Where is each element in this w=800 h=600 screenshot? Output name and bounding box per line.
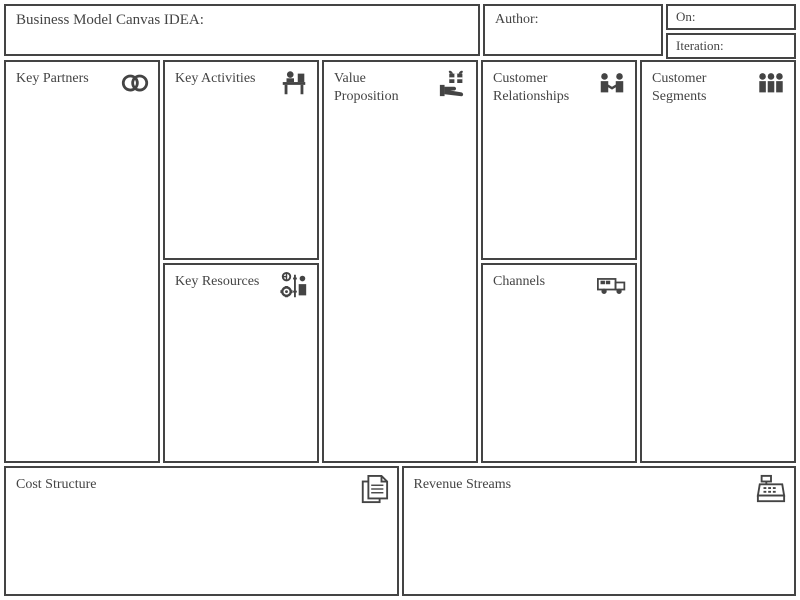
cell-customer-relationships: Customer Relationships	[481, 60, 637, 260]
cell-revenue-streams: Revenue Streams	[402, 466, 797, 596]
canvas-title-label: Business Model Canvas IDEA:	[16, 12, 204, 28]
resources-icon	[279, 271, 309, 301]
author-label: Author:	[495, 12, 539, 27]
label-cost-structure: Cost Structure	[16, 476, 294, 494]
main-grid: Key Partners Key Activities	[4, 60, 796, 463]
label-key-activities: Key Activities	[175, 70, 274, 88]
meta-column: On: Iteration:	[666, 4, 796, 56]
author-box: Author:	[483, 4, 663, 56]
cell-key-partners: Key Partners	[4, 60, 160, 463]
canvas-title-box: Business Model Canvas IDEA:	[4, 4, 480, 56]
cell-key-activities: Key Activities	[163, 60, 319, 260]
cell-key-resources: Key Resources	[163, 263, 319, 463]
documents-icon	[359, 474, 389, 504]
cell-customer-segments: Customer Segments	[640, 60, 796, 463]
handshake-icon	[597, 68, 627, 98]
col-activities-resources: Key Activities Key Resources	[163, 60, 319, 463]
label-value-proposition: Value Proposition	[334, 70, 433, 105]
label-channels: Channels	[493, 273, 592, 291]
business-model-canvas: Business Model Canvas IDEA: Author: On: …	[0, 0, 800, 600]
label-customer-relationships: Customer Relationships	[493, 70, 592, 105]
cash-register-icon	[756, 474, 786, 504]
desk-person-icon	[279, 68, 309, 98]
label-customer-segments: Customer Segments	[652, 70, 751, 105]
iteration-box: Iteration:	[666, 33, 796, 59]
label-key-partners: Key Partners	[16, 70, 115, 88]
col-key-partners: Key Partners	[4, 60, 160, 463]
truck-icon	[597, 271, 627, 301]
iteration-label: Iteration:	[676, 38, 724, 53]
cell-value-proposition: Value Proposition	[322, 60, 478, 463]
col-relationships-channels: Customer Relationships Channels	[481, 60, 637, 463]
label-key-resources: Key Resources	[175, 273, 274, 291]
col-customer-segments: Customer Segments	[640, 60, 796, 463]
on-box: On:	[666, 4, 796, 30]
people-group-icon	[756, 68, 786, 98]
rings-icon	[120, 68, 150, 98]
on-label: On:	[676, 9, 696, 24]
header-row: Business Model Canvas IDEA: Author: On: …	[4, 4, 796, 56]
col-value-proposition: Value Proposition	[322, 60, 478, 463]
label-revenue-streams: Revenue Streams	[414, 476, 692, 494]
cell-channels: Channels	[481, 263, 637, 463]
gift-hand-icon	[438, 68, 468, 98]
bottom-row: Cost Structure Revenue Streams	[4, 466, 796, 596]
cell-cost-structure: Cost Structure	[4, 466, 399, 596]
